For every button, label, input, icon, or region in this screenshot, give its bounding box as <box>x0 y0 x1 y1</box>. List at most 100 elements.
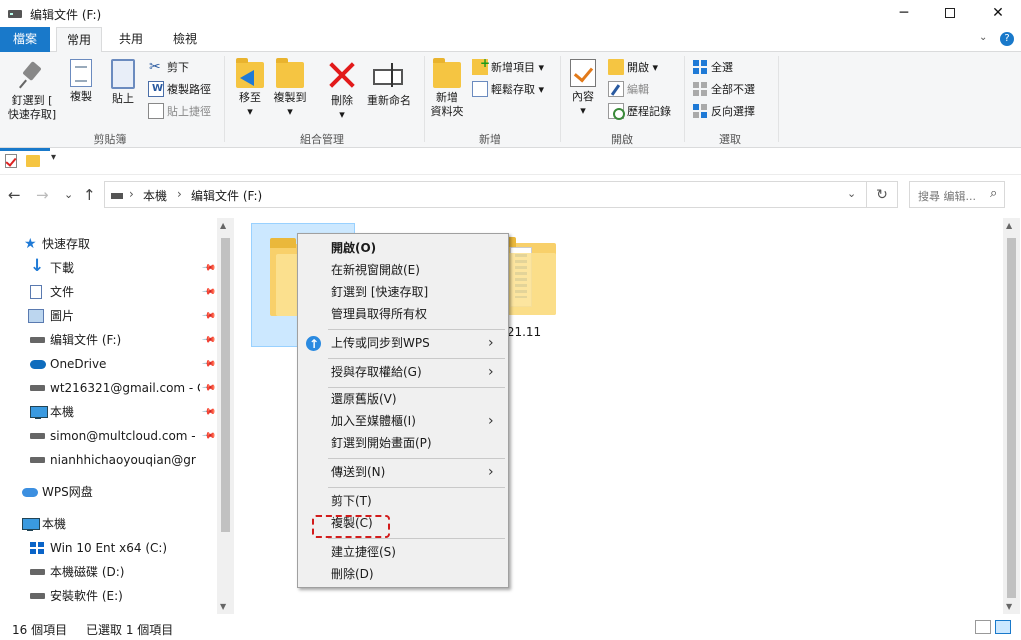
cut-button[interactable]: 剪下 <box>148 57 189 78</box>
qat-dropdown-icon[interactable]: ▾ <box>51 152 56 163</box>
up-button[interactable]: ↑ <box>83 186 96 204</box>
new-item-button[interactable]: 新增項目 ▾ <box>472 53 544 78</box>
close-button[interactable]: ✕ <box>975 0 1021 27</box>
minimize-button[interactable]: ─ <box>881 0 927 27</box>
properties-check-icon[interactable] <box>5 154 17 168</box>
menu-item-add-library[interactable]: 加入至媒體櫃(I) › <box>298 410 508 432</box>
nav-pictures[interactable]: 圖片 📌 <box>0 305 217 327</box>
recent-locations-icon[interactable]: ⌄ <box>64 188 73 201</box>
nav-scrollbar-thumb[interactable] <box>221 238 230 532</box>
pin-quick-access-button[interactable]: 釘選到 [ 快速存取] <box>4 56 60 122</box>
select-none-button[interactable]: 全部不選 <box>692 80 755 100</box>
nav-drive-e[interactable]: 安裝軟件 (E:) <box>0 585 217 607</box>
breadcrumb-this-pc[interactable]: 本機 <box>143 187 167 204</box>
delete-label: 刪除 <box>331 94 353 107</box>
nav-drive-f[interactable]: 编辑文件 (F:) 📌 <box>0 329 217 351</box>
breadcrumb-separator[interactable]: › <box>129 187 134 201</box>
help-icon[interactable]: ? <box>1000 32 1014 46</box>
menu-label: 釘選到 [快速存取] <box>331 285 429 299</box>
status-bar: 16 個項目 已選取 1 個項目 <box>0 616 1021 640</box>
tab-home[interactable]: 常用 <box>56 27 102 53</box>
group-divider <box>560 56 561 142</box>
paste-shortcut-button[interactable]: 貼上捷徑 <box>148 102 211 122</box>
rename-button[interactable]: 重新命名 <box>362 56 416 108</box>
easy-access-button[interactable]: 輕鬆存取 ▾ <box>472 80 544 100</box>
paste-label: 貼上 <box>112 92 134 105</box>
nav-drive-c[interactable]: Win 10 Ent x64 (C:) <box>0 537 217 559</box>
menu-item-wps-upload[interactable]: 上传或同步到WPS › <box>298 332 508 355</box>
invert-selection-label: 反向選擇 <box>711 105 755 118</box>
menu-item-take-ownership[interactable]: 管理員取得所有权 <box>298 303 508 325</box>
scroll-down-icon[interactable]: ▼ <box>220 602 226 611</box>
paste-button[interactable]: 貼上 <box>106 56 140 106</box>
copy-label: 複製 <box>70 90 92 103</box>
nav-label: wt216321@gmail.com - G <box>50 381 200 395</box>
item-count: 16 個項目 <box>12 623 68 637</box>
ribbon-expand-icon[interactable]: ⌄ <box>979 32 987 43</box>
nav-this-pc[interactable]: 本機 <box>0 513 217 535</box>
forward-button[interactable]: → <box>36 186 49 204</box>
breadcrumb-drive-f[interactable]: 编辑文件 (F:) <box>191 187 262 204</box>
menu-item-send-to[interactable]: 傳送到(N) › <box>298 461 508 483</box>
move-to-button[interactable]: 移至 ▾ <box>232 56 268 119</box>
tab-share[interactable]: 共用 <box>108 27 154 52</box>
invert-selection-icon <box>692 103 708 119</box>
scroll-down-icon[interactable]: ▼ <box>1006 602 1012 611</box>
delete-button[interactable]: 刪除 ▾ <box>326 56 358 122</box>
menu-item-delete[interactable]: 刪除(D) <box>298 563 508 585</box>
large-icons-view-icon[interactable] <box>995 620 1011 634</box>
nav-documents[interactable]: 文件 📌 <box>0 281 217 303</box>
refresh-button[interactable]: ↻ <box>867 181 898 208</box>
content-scrollbar[interactable]: ▲ ▼ <box>1003 218 1020 614</box>
nav-drive-d[interactable]: 本機磁碟 (D:) <box>0 561 217 583</box>
menu-item-open-new-window[interactable]: 在新視窗開啟(E) <box>298 259 508 281</box>
star-icon <box>24 233 40 255</box>
scroll-up-icon[interactable]: ▲ <box>220 221 226 230</box>
maximize-button[interactable] <box>927 0 973 27</box>
nav-quick-access[interactable]: 快速存取 <box>0 233 217 255</box>
content-scrollbar-thumb[interactable] <box>1007 238 1016 598</box>
nav-onedrive[interactable]: OneDrive 📌 <box>0 353 217 375</box>
menu-item-cut[interactable]: 剪下(T) <box>298 490 508 512</box>
menu-item-pin-start[interactable]: 釘選到開始畫面(P) <box>298 432 508 454</box>
menu-item-restore-previous[interactable]: 還原舊版(V) <box>298 388 508 410</box>
menu-item-create-shortcut[interactable]: 建立捷徑(S) <box>298 541 508 563</box>
search-box[interactable]: 搜尋 编辑... ⌕ <box>909 181 1005 208</box>
submenu-arrow-icon: › <box>488 335 494 351</box>
history-button[interactable]: 歷程記錄 <box>608 102 671 122</box>
nav-gdrive-2[interactable]: simon@multcloud.com - G 📌 <box>0 425 217 447</box>
open-button[interactable]: 開啟 ▾ <box>608 58 658 78</box>
clipboard-group-label: 剪貼簿 <box>93 133 127 146</box>
menu-label: 刪除(D) <box>331 567 374 581</box>
edit-button[interactable]: 編輯 <box>608 80 649 100</box>
tab-view[interactable]: 檢視 <box>162 27 208 52</box>
copy-button[interactable]: 複製 <box>64 56 98 104</box>
nav-label: WPS网盘 <box>42 485 93 499</box>
open-icon <box>608 59 624 75</box>
nav-this-pc-pinned[interactable]: 本機 📌 <box>0 401 217 423</box>
group-divider <box>778 56 779 142</box>
select-all-button[interactable]: 全選 <box>692 58 733 78</box>
search-icon: ⌕ <box>990 186 998 201</box>
properties-button[interactable]: 內容 ▾ <box>566 56 600 118</box>
breadcrumb-separator[interactable]: › <box>177 187 182 201</box>
copy-path-icon <box>148 79 164 99</box>
new-folder-button[interactable]: 新增 資料夾 <box>428 56 466 119</box>
nav-gdrive-1[interactable]: wt216321@gmail.com - G 📌 <box>0 377 217 399</box>
nav-gdrive-3[interactable]: nianhhichaoyouqian@gr <box>0 449 217 471</box>
menu-item-pin-quick-access[interactable]: 釘選到 [快速存取] <box>298 281 508 303</box>
folder-icon[interactable] <box>26 155 40 167</box>
dropdown-icon: ▾ <box>247 105 253 118</box>
details-view-icon[interactable] <box>975 620 991 634</box>
back-button[interactable]: ← <box>8 186 21 204</box>
address-bar[interactable]: › 本機 › 编辑文件 (F:) ⌄ <box>104 181 867 208</box>
invert-selection-button[interactable]: 反向選擇 <box>692 102 755 122</box>
copy-path-button[interactable]: 複製路徑 <box>148 79 211 100</box>
address-history-dropdown-icon[interactable]: ⌄ <box>847 187 856 200</box>
nav-wps[interactable]: WPS网盘 <box>0 481 217 503</box>
scroll-up-icon[interactable]: ▲ <box>1006 221 1012 230</box>
copy-to-button[interactable]: 複製到 ▾ <box>270 56 310 119</box>
menu-item-open[interactable]: 開啟(O) <box>298 237 508 259</box>
nav-downloads[interactable]: 下載 📌 <box>0 257 217 279</box>
menu-item-grant-access[interactable]: 授與存取權給(G) › <box>298 361 508 383</box>
